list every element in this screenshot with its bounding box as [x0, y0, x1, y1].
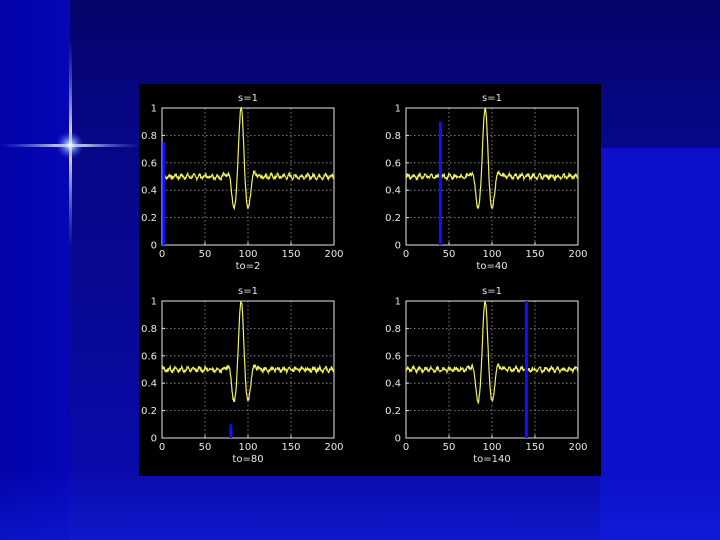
- y-tick-label: 0.2: [141, 406, 157, 417]
- y-tick-label: 0.6: [385, 351, 401, 362]
- x-tick-label: 0: [159, 249, 165, 260]
- wavelet-line: [405, 300, 579, 405]
- subplot-3: 0 50 100 150 200 0 0.2 0.4 0.6 0.8 1 s=1 to=80: [141, 286, 343, 465]
- slide-bottom-fade: [0, 470, 720, 540]
- subplot-4: 0 50 100 150 200 0 0.2 0.4 0.6 0.8 1 s=1 to=140: [385, 286, 587, 465]
- x-tick-label: 50: [199, 442, 212, 453]
- x-tick-label: 50: [443, 442, 456, 453]
- x-tick-label: 200: [324, 442, 343, 453]
- x-tick-label: 150: [525, 249, 544, 260]
- x-tick-label: 200: [568, 249, 587, 260]
- figure-canvas: 0 50 100 150 20000.20.40.60.81s=1to=20 50 100 1…: [141, 93, 587, 465]
- slide-left-strip: [0, 0, 70, 540]
- y-tick-label: 1: [395, 104, 401, 115]
- y-tick-label: 0.8: [141, 131, 157, 142]
- impulse-bar: [229, 424, 233, 438]
- x-tick-label: 100: [238, 249, 257, 260]
- y-tick-label: 0.8: [385, 324, 401, 335]
- subplot-1: 0 50 100 150 200 0 0.2 0.4 0.6 0.8 1 s=1 to=2: [141, 93, 343, 272]
- x-tick-label: 150: [281, 442, 300, 453]
- x-tick-label: 0: [403, 249, 409, 260]
- y-tick-label: 0.6: [141, 158, 157, 169]
- x-tick-label: 200: [568, 442, 587, 453]
- y-tick-label: 0.4: [141, 379, 157, 390]
- impulse-bar: [524, 301, 528, 438]
- x-tick-label: 50: [443, 249, 456, 260]
- y-tick-label: 0.4: [141, 186, 157, 197]
- y-tick-label: 1: [151, 104, 157, 115]
- y-tick-label: 1: [395, 297, 401, 308]
- subplot-title: s=1: [482, 93, 502, 104]
- x-tick-label: 100: [238, 442, 257, 453]
- y-tick-label: 0: [151, 434, 157, 445]
- y-tick-label: 0.4: [385, 186, 401, 197]
- y-tick-label: 0.4: [385, 379, 401, 390]
- y-tick-label: 0: [395, 434, 401, 445]
- y-tick-label: 0.6: [385, 158, 401, 169]
- impulse-bar: [162, 142, 166, 245]
- y-tick-label: 0.2: [385, 213, 401, 224]
- subplot-title: s=1: [238, 93, 258, 104]
- x-tick-label: 150: [525, 442, 544, 453]
- x-axis-label: to=2: [236, 261, 261, 272]
- subplot-title: s=1: [482, 286, 502, 297]
- y-tick-label: 0: [151, 241, 157, 252]
- x-tick-label: 100: [482, 249, 501, 260]
- x-axis-label: to=140: [473, 454, 511, 465]
- subplot-title: s=1: [238, 286, 258, 297]
- y-tick-label: 0.8: [385, 131, 401, 142]
- y-tick-label: 0.2: [385, 406, 401, 417]
- y-tick-label: 0.6: [141, 351, 157, 362]
- subplot-2: 0 50 100 150 200 0 0.2 0.4 0.6 0.8 1 s=1 to=40: [385, 93, 587, 272]
- y-tick-label: 0: [395, 241, 401, 252]
- x-tick-label: 200: [324, 249, 343, 260]
- wavelet-line: [161, 300, 335, 403]
- figure-panel: 0 50 100 150 200 0 0.2 0.4 0.6 0.8 1 s=1 to=2 0 50 100 1…: [139, 84, 601, 476]
- x-axis-label: to=80: [232, 454, 263, 465]
- y-tick-label: 1: [151, 297, 157, 308]
- x-tick-label: 150: [281, 249, 300, 260]
- y-tick-label: 0.8: [141, 324, 157, 335]
- x-tick-label: 0: [159, 442, 165, 453]
- impulse-bar: [438, 121, 442, 245]
- y-tick-label: 0.2: [141, 213, 157, 224]
- x-tick-label: 50: [199, 249, 212, 260]
- x-axis-label: to=40: [476, 261, 507, 272]
- x-tick-label: 0: [403, 442, 409, 453]
- x-tick-label: 100: [482, 442, 501, 453]
